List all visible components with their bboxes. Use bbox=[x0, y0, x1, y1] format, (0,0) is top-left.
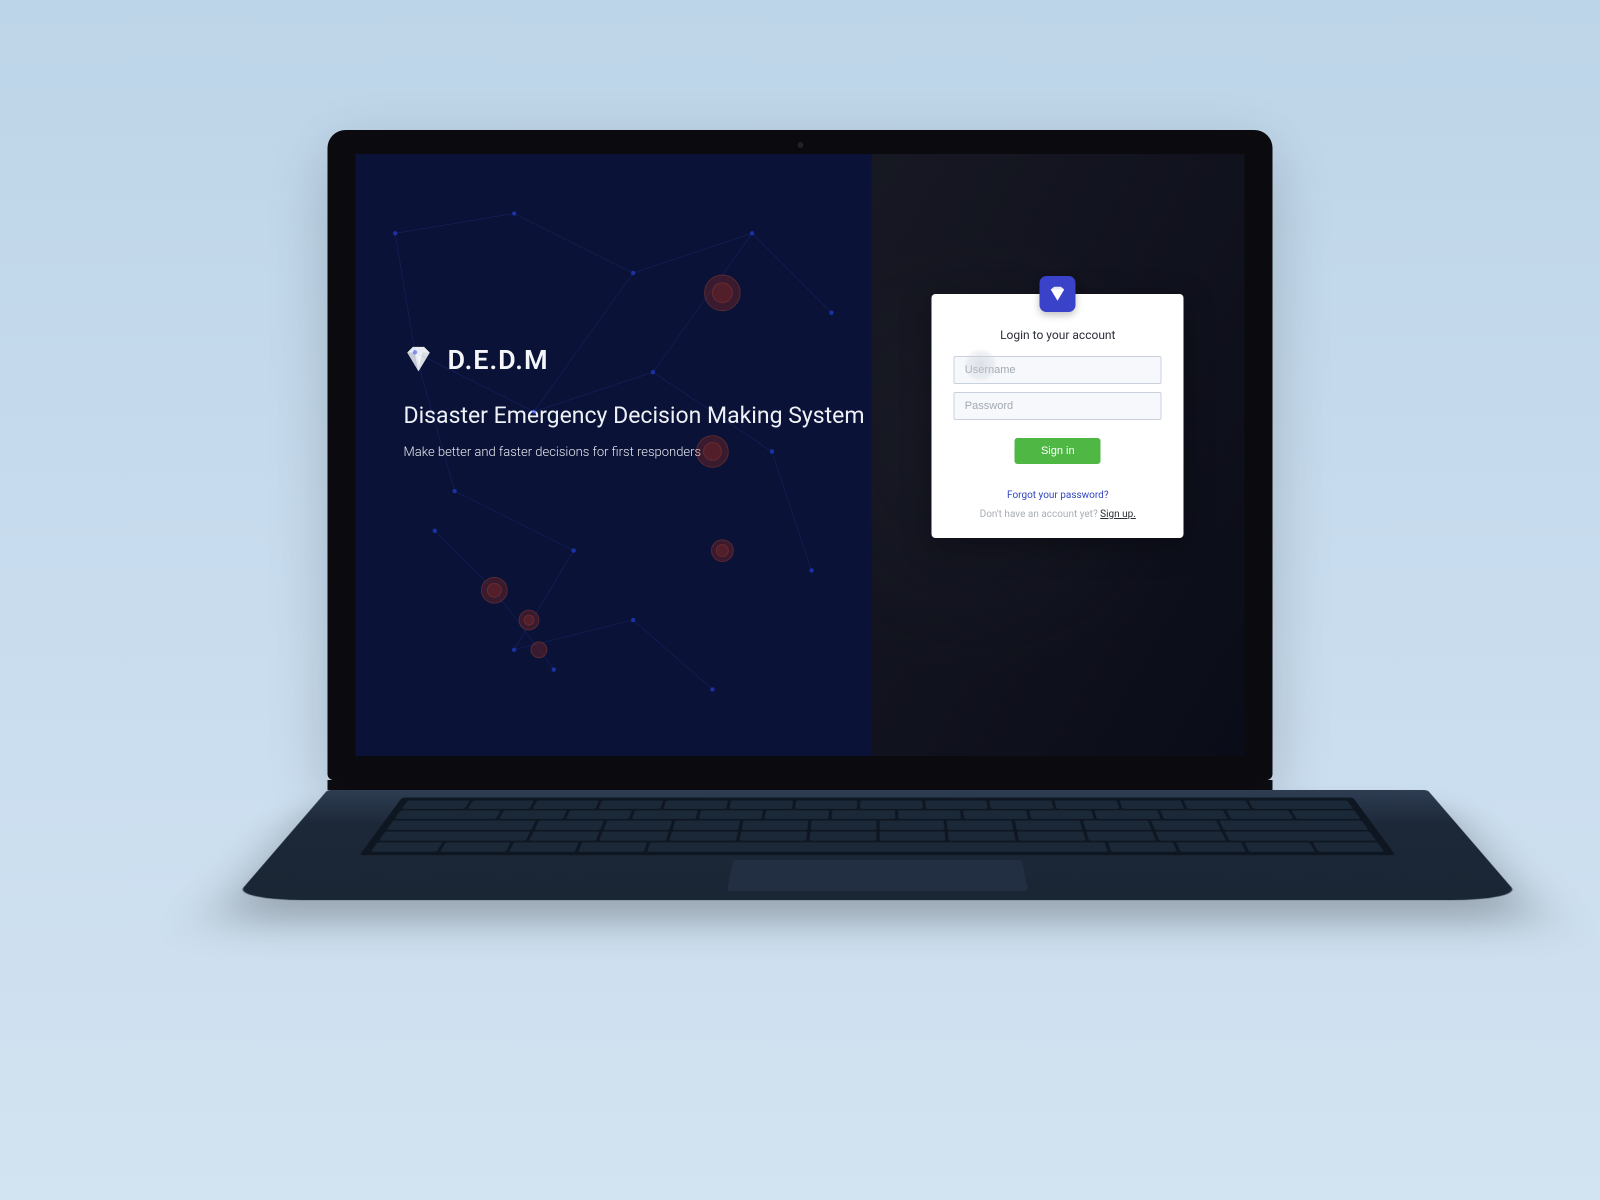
brand-row: D.E.D.M bbox=[404, 344, 872, 376]
hero-panel: D.E.D.M Disaster Emergency Decision Maki… bbox=[356, 154, 872, 756]
page-headline: Disaster Emergency Decision Making Syste… bbox=[404, 402, 872, 429]
app-login-screen: D.E.D.M Disaster Emergency Decision Maki… bbox=[356, 154, 1245, 756]
forgot-password-link[interactable]: Forgot your password? bbox=[954, 490, 1162, 501]
login-card: Login to your account Sign in Forgot you… bbox=[932, 294, 1184, 538]
signup-prompt: Don't have an account yet? bbox=[980, 509, 1101, 520]
laptop-hinge bbox=[328, 780, 1273, 790]
login-badge-icon bbox=[1040, 276, 1076, 312]
laptop-trackpad bbox=[727, 860, 1028, 891]
login-title: Login to your account bbox=[954, 328, 1162, 342]
camera-dot bbox=[797, 142, 803, 148]
laptop-keyboard bbox=[233, 790, 1523, 900]
laptop-screen-bezel: D.E.D.M Disaster Emergency Decision Maki… bbox=[328, 130, 1273, 780]
laptop-screen: D.E.D.M Disaster Emergency Decision Maki… bbox=[356, 154, 1245, 756]
diamond-icon bbox=[404, 345, 434, 375]
signup-row: Don't have an account yet? Sign up. bbox=[954, 509, 1162, 520]
signup-link[interactable]: Sign up. bbox=[1100, 509, 1136, 520]
laptop-mockup: D.E.D.M Disaster Emergency Decision Maki… bbox=[328, 130, 1273, 990]
login-panel: Login to your account Sign in Forgot you… bbox=[871, 154, 1244, 756]
password-input[interactable] bbox=[954, 392, 1162, 420]
signin-button[interactable]: Sign in bbox=[1015, 438, 1101, 464]
brand-name: D.E.D.M bbox=[448, 344, 549, 376]
keyboard-keys bbox=[359, 798, 1395, 856]
page-tagline: Make better and faster decisions for fir… bbox=[404, 445, 872, 460]
username-input[interactable] bbox=[954, 356, 1162, 384]
